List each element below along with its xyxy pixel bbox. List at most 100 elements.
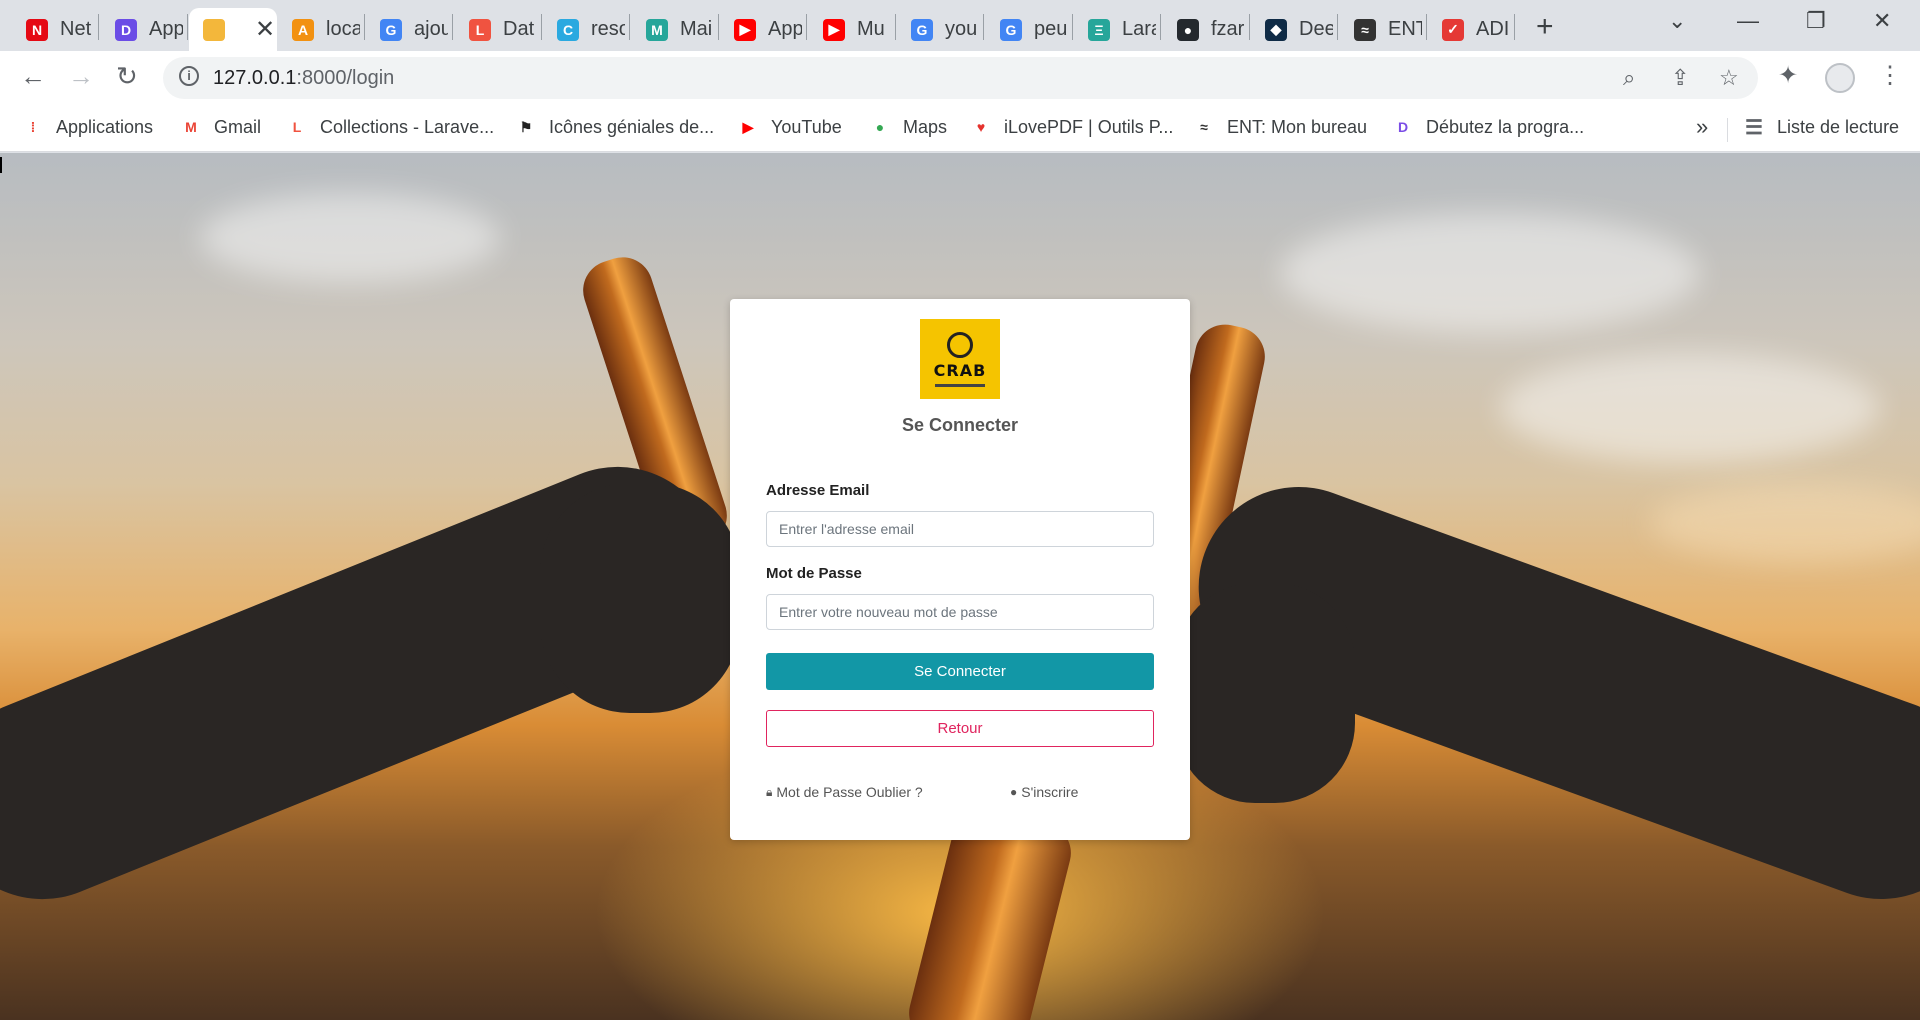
- bookmark-label: iLovePDF | Outils P...: [1004, 116, 1174, 137]
- tab-separator: [1514, 14, 1515, 40]
- tab[interactable]: Creso: [543, 8, 629, 51]
- tab-title: you: [945, 18, 978, 40]
- bookmark-label: ENT: Mon bureau: [1227, 116, 1368, 137]
- ent-icon: ≈: [1200, 119, 1208, 135]
- tab[interactable]: Gajou: [366, 8, 452, 51]
- github-icon: ●: [1177, 18, 1199, 41]
- new-tab-button[interactable]: +: [1536, 10, 1554, 44]
- bookmark-item[interactable]: M Gmail: [180, 116, 261, 138]
- tab-separator: [1249, 14, 1250, 40]
- tab-title: App: [768, 18, 802, 40]
- email-field[interactable]: [766, 511, 1154, 547]
- login-card: CRAB Se Connecter Adresse Email Mot de P…: [730, 299, 1190, 840]
- bookmark-item[interactable]: ⁞ Applications: [22, 116, 153, 138]
- bookmark-item[interactable]: D Débutez la progra...: [1392, 116, 1584, 138]
- menu-kebab-icon[interactable]: ⋮: [1878, 61, 1902, 90]
- google-icon: G: [911, 18, 933, 41]
- tab-separator: [1160, 14, 1161, 40]
- youtube-icon: ▶: [734, 18, 756, 41]
- left-hand-silhouette: [540, 483, 740, 713]
- maps-icon: ●: [875, 119, 885, 135]
- logo-ring-icon: [947, 331, 973, 358]
- back-arrow-icon[interactable]: ←: [20, 61, 46, 92]
- site-info-icon[interactable]: i: [179, 66, 199, 86]
- forward-arrow-icon[interactable]: →: [68, 61, 94, 92]
- tab[interactable]: Gpeu: [986, 8, 1072, 51]
- bookmark-label: Maps: [903, 116, 948, 137]
- beer-icon: [203, 18, 225, 41]
- tab-separator: [98, 14, 99, 40]
- tab-separator: [895, 14, 896, 40]
- zoom-icon[interactable]: ⌕: [1623, 65, 1635, 91]
- tab[interactable]: ◆ Dee: [1251, 8, 1337, 51]
- bookmark-star-icon[interactable]: ☆: [1719, 65, 1739, 91]
- tab-title: loca: [326, 18, 360, 40]
- bookmark-label: Débutez la progra...: [1426, 116, 1585, 137]
- lock-icon: 🔒︎: [766, 784, 773, 799]
- bookmarks-divider: [1727, 118, 1728, 142]
- cloud: [200, 193, 500, 283]
- tab-separator: [541, 14, 542, 40]
- text-cursor: [0, 157, 2, 173]
- signup-link[interactable]: ● S'inscrire: [1010, 784, 1078, 800]
- login-button[interactable]: Se Connecter: [766, 653, 1154, 690]
- tab-search-icon[interactable]: ⌄: [1668, 8, 1686, 34]
- extensions-puzzle-icon[interactable]: ✦: [1778, 61, 1798, 90]
- close-window-icon[interactable]: ✕: [1873, 8, 1891, 34]
- bookmark-item[interactable]: ▶ YouTube: [737, 116, 842, 138]
- tab-title: Dat: [503, 18, 535, 40]
- laravel-icon: L: [469, 18, 491, 41]
- more-bookmarks-icon[interactable]: »: [1696, 114, 1708, 140]
- tab[interactable]: Aloca: [278, 8, 364, 51]
- tab-active[interactable]: ✕: [189, 8, 277, 51]
- tab[interactable]: M Mai: [632, 8, 718, 51]
- tab-separator: [983, 14, 984, 40]
- tab[interactable]: L Dat: [455, 8, 541, 51]
- bookmark-item[interactable]: ⚑ Icônes géniales de...: [515, 116, 714, 138]
- profile-avatar[interactable]: [1825, 63, 1855, 93]
- bookmark-item[interactable]: ● Maps: [869, 116, 947, 138]
- ent-icon: ≈: [1354, 18, 1376, 41]
- close-tab-icon[interactable]: ✕: [255, 15, 275, 44]
- logo-underline: [935, 383, 985, 387]
- tab[interactable]: Gyou: [897, 8, 983, 51]
- tab[interactable]: ▶ Mu: [809, 8, 895, 51]
- cloud: [1500, 353, 1880, 463]
- login-title: Se Connecter: [901, 415, 1019, 435]
- bookmark-item[interactable]: ≈ ENT: Mon bureau: [1193, 116, 1367, 138]
- minimize-icon[interactable]: —: [1737, 8, 1759, 34]
- tab[interactable]: ≈ ENT: [1340, 8, 1426, 51]
- restore-icon[interactable]: ❐: [1806, 8, 1826, 34]
- tab-title: ADI: [1476, 18, 1510, 40]
- tab[interactable]: N Net: [12, 8, 98, 51]
- right-hand-silhouette: [1175, 583, 1355, 803]
- tab-title: reso: [591, 18, 625, 40]
- tab-strip: N Net D App ✕ Aloca Gajou L Dat Creso M Mai ▶ App ▶ Mu G…: [0, 0, 1920, 51]
- google-icon: G: [1000, 18, 1022, 41]
- tab-title: ENT: [1388, 18, 1422, 40]
- password-label: Mot de Passe: [766, 565, 862, 582]
- address-bar[interactable]: i 127.0.0.1:8000/login ⌕ ⇪ ☆: [163, 57, 1758, 99]
- forgot-password-link[interactable]: 🔒︎ Mot de Passe Oublier ?: [766, 784, 923, 800]
- password-field[interactable]: [766, 594, 1154, 630]
- reading-list-label: Liste de lecture: [1777, 116, 1900, 137]
- reading-list-button[interactable]: ☰ Liste de lecture: [1743, 116, 1900, 139]
- bookmark-item[interactable]: ♥ iLovePDF | Outils P...: [970, 116, 1174, 138]
- tab[interactable]: ✓ ADI: [1428, 8, 1514, 51]
- tab[interactable]: ▶ App: [720, 8, 806, 51]
- back-button[interactable]: Retour: [766, 710, 1154, 747]
- tab[interactable]: Ξ Lara: [1074, 8, 1160, 51]
- ilovepdf-icon: ♥: [976, 119, 986, 135]
- bookmark-item[interactable]: L Collections - Larave...: [286, 116, 494, 138]
- url-path: :8000/login: [296, 67, 395, 89]
- youtube-icon: ▶: [823, 18, 845, 41]
- tab[interactable]: D App: [101, 8, 187, 51]
- crab-logo: CRAB: [920, 319, 1000, 399]
- tab[interactable]: ● fzar: [1163, 8, 1249, 51]
- reload-icon[interactable]: ↻: [116, 61, 138, 92]
- reading-list-icon: ☰: [1745, 116, 1763, 139]
- share-icon[interactable]: ⇪: [1671, 65, 1689, 91]
- tab-separator: [364, 14, 365, 40]
- google-icon: G: [380, 18, 402, 41]
- tab-separator: [806, 14, 807, 40]
